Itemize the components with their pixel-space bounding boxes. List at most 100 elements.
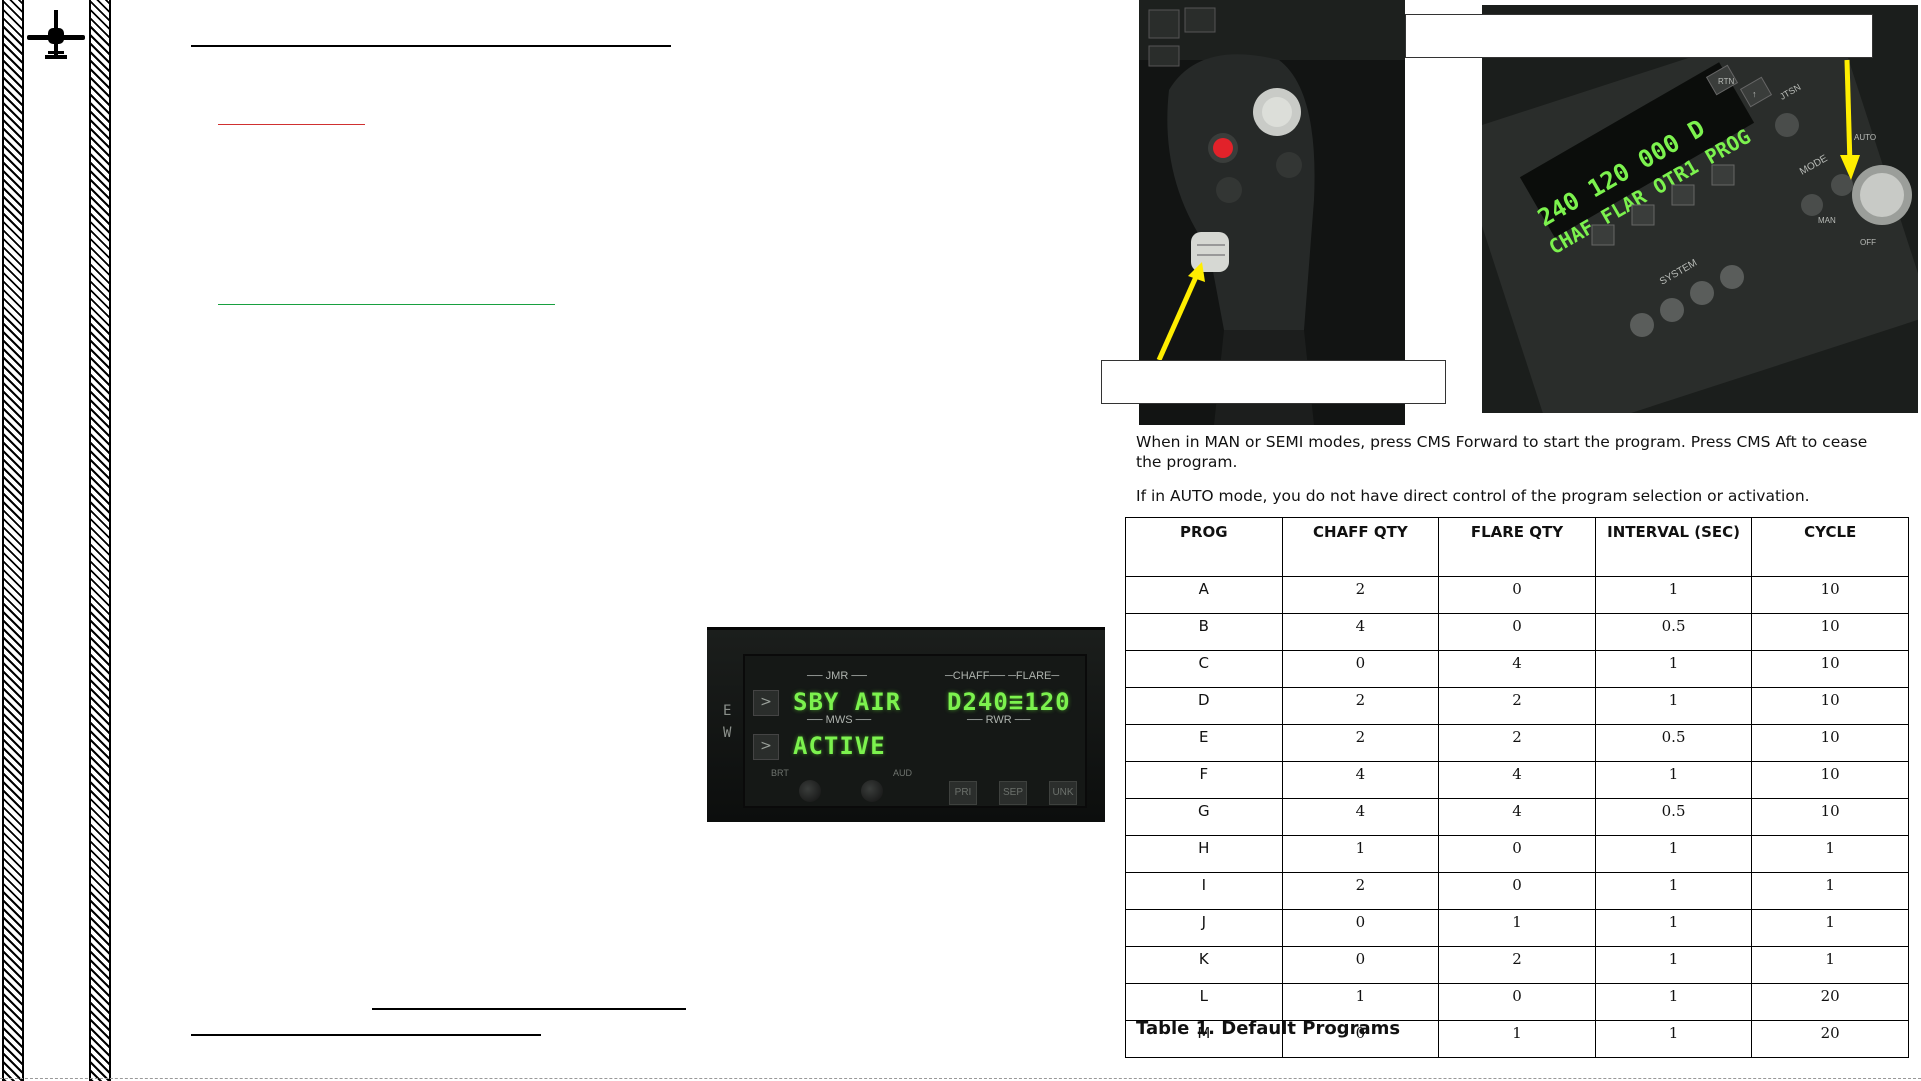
table-row: K0211: [1125, 946, 1909, 984]
blank-green-line: [218, 304, 555, 305]
aud-knob[interactable]: [861, 780, 883, 802]
table-cell: 10: [1751, 687, 1909, 725]
pri-button[interactable]: PRI: [949, 781, 977, 805]
table-cell: 1: [1751, 946, 1909, 984]
chaff-flare-label: ─CHAFF── ─FLARE─: [945, 670, 1060, 682]
ew-panel-image: E W ── JMR ── > SBY AIR ── MWS ── > ACTI…: [707, 627, 1105, 822]
table-cell: 2: [1438, 687, 1596, 725]
jmr-label: ── JMR ──: [807, 670, 867, 682]
table-cell: H: [1125, 835, 1283, 873]
table-cell: 1: [1751, 835, 1909, 873]
table-header-row: PROG CHAFF QTY FLARE QTY INTERVAL (SEC) …: [1125, 517, 1909, 577]
table-cell: G: [1125, 798, 1283, 836]
table-cell: 0: [1438, 576, 1596, 614]
table-cell: 1: [1594, 872, 1753, 910]
table-caption: Table 1. Default Programs: [1136, 1018, 1401, 1039]
paragraph-man-semi: When in MAN or SEMI modes, press CMS For…: [1136, 433, 1868, 471]
column-header-cycle: CYCLE: [1751, 517, 1909, 577]
stick-callout-box: [1101, 360, 1446, 404]
table-cell: B: [1125, 613, 1283, 651]
table-cell: D: [1125, 687, 1283, 725]
table-cell: 2: [1438, 946, 1596, 984]
aud-label: AUD: [893, 768, 913, 778]
table-cell: 1: [1281, 983, 1440, 1021]
sep-button[interactable]: SEP: [999, 781, 1027, 805]
table-row: D 2 2 1 10: [1125, 687, 1909, 725]
table-cell: 1: [1594, 576, 1753, 614]
table-cell: 1: [1594, 835, 1753, 873]
table-cell: 4: [1438, 761, 1596, 799]
rtn-label: RTN: [1718, 77, 1735, 86]
table-cell: 1: [1438, 909, 1596, 947]
table-cell: 20: [1751, 1020, 1909, 1058]
table-row: A 2 0 1 10: [1125, 576, 1909, 614]
table-cell: K: [1125, 946, 1283, 984]
table-row: C 0 4 1 10: [1125, 650, 1909, 688]
rtn-arrow: ↑: [1752, 89, 1757, 99]
table-cell: A: [1125, 576, 1283, 614]
table-row: B 4 0 0.5 10: [1125, 613, 1909, 651]
table-cell: 4: [1438, 798, 1596, 836]
sidebar-hatch-right: [89, 0, 111, 1081]
column-header-flare: FLARE QTY: [1438, 517, 1596, 577]
table-cell: 4: [1438, 650, 1596, 688]
table-cell: 10: [1751, 576, 1909, 614]
auto-label: AUTO: [1854, 133, 1876, 142]
table-cell: 2: [1281, 687, 1440, 725]
table-cell: 4: [1281, 613, 1440, 651]
cmsp-callout-box: [1405, 14, 1873, 58]
table-cell: 1: [1281, 835, 1440, 873]
table-row: J0111: [1125, 909, 1909, 947]
table-row: F 4 4 1 10: [1125, 761, 1909, 799]
table-cell: 0: [1438, 983, 1596, 1021]
ew-display-bezel: ── JMR ── > SBY AIR ── MWS ── > ACTIVE B…: [743, 654, 1087, 808]
brt-label: BRT: [771, 768, 789, 778]
table-cell: 10: [1751, 798, 1909, 836]
cmsp-panel-image: 240 120 000 D CHAF FLAR OTR1 PROG SYSTEM…: [1482, 5, 1918, 413]
table-row: G 4 4 0.5 10: [1125, 798, 1909, 836]
table-cell: 1: [1594, 1020, 1753, 1058]
table-cell: 1: [1594, 909, 1753, 947]
table-row: L 1 0 1 20: [1125, 983, 1909, 1021]
table-cell: L: [1125, 983, 1283, 1021]
table-cell: 10: [1751, 724, 1909, 762]
table-cell: 1: [1594, 687, 1753, 725]
table-cell: 10: [1751, 650, 1909, 688]
table-cell: I: [1125, 872, 1283, 910]
table-cell: 20: [1751, 983, 1909, 1021]
off-label: OFF: [1860, 238, 1876, 247]
rwr-label: ── RWR ──: [967, 714, 1031, 726]
page-bottom-border: [0, 1078, 1921, 1079]
table-cell: 0.5: [1594, 613, 1753, 651]
countermeasure-display: D240≡120: [947, 688, 1071, 716]
table-cell: 2: [1281, 724, 1440, 762]
table-cell: 0: [1438, 872, 1596, 910]
chevron-right-icon[interactable]: >: [753, 734, 779, 760]
mws-label: ── MWS ──: [807, 714, 872, 726]
table-cell: 10: [1751, 613, 1909, 651]
column-header-chaff: CHAFF QTY: [1281, 517, 1440, 577]
brt-knob[interactable]: [799, 780, 821, 802]
aircraft-icon: [27, 10, 85, 59]
man-label: MAN: [1818, 216, 1836, 225]
table-cell: 0: [1281, 650, 1440, 688]
table-row: I2011: [1125, 872, 1909, 910]
table-cell: 1: [1594, 761, 1753, 799]
unk-button[interactable]: UNK: [1049, 781, 1077, 805]
table-cell: 0: [1438, 613, 1596, 651]
table-cell: 1: [1751, 872, 1909, 910]
table-cell: 0.5: [1594, 724, 1753, 762]
table-cell: 1: [1751, 909, 1909, 947]
table-cell: 0: [1281, 909, 1440, 947]
table-cell: 1: [1438, 1020, 1596, 1058]
blank-red-line: [218, 124, 365, 125]
table-row: E 2 2 0.5 10: [1125, 724, 1909, 762]
paragraph-auto: If in AUTO mode, you do not have direct …: [1136, 487, 1810, 505]
table-cell: 2: [1281, 576, 1440, 614]
table-cell: 2: [1438, 724, 1596, 762]
table-cell: 0: [1281, 946, 1440, 984]
table-cell: 0.5: [1594, 798, 1753, 836]
table-cell: 4: [1281, 761, 1440, 799]
chevron-right-icon[interactable]: >: [753, 690, 779, 716]
table-cell: E: [1125, 724, 1283, 762]
